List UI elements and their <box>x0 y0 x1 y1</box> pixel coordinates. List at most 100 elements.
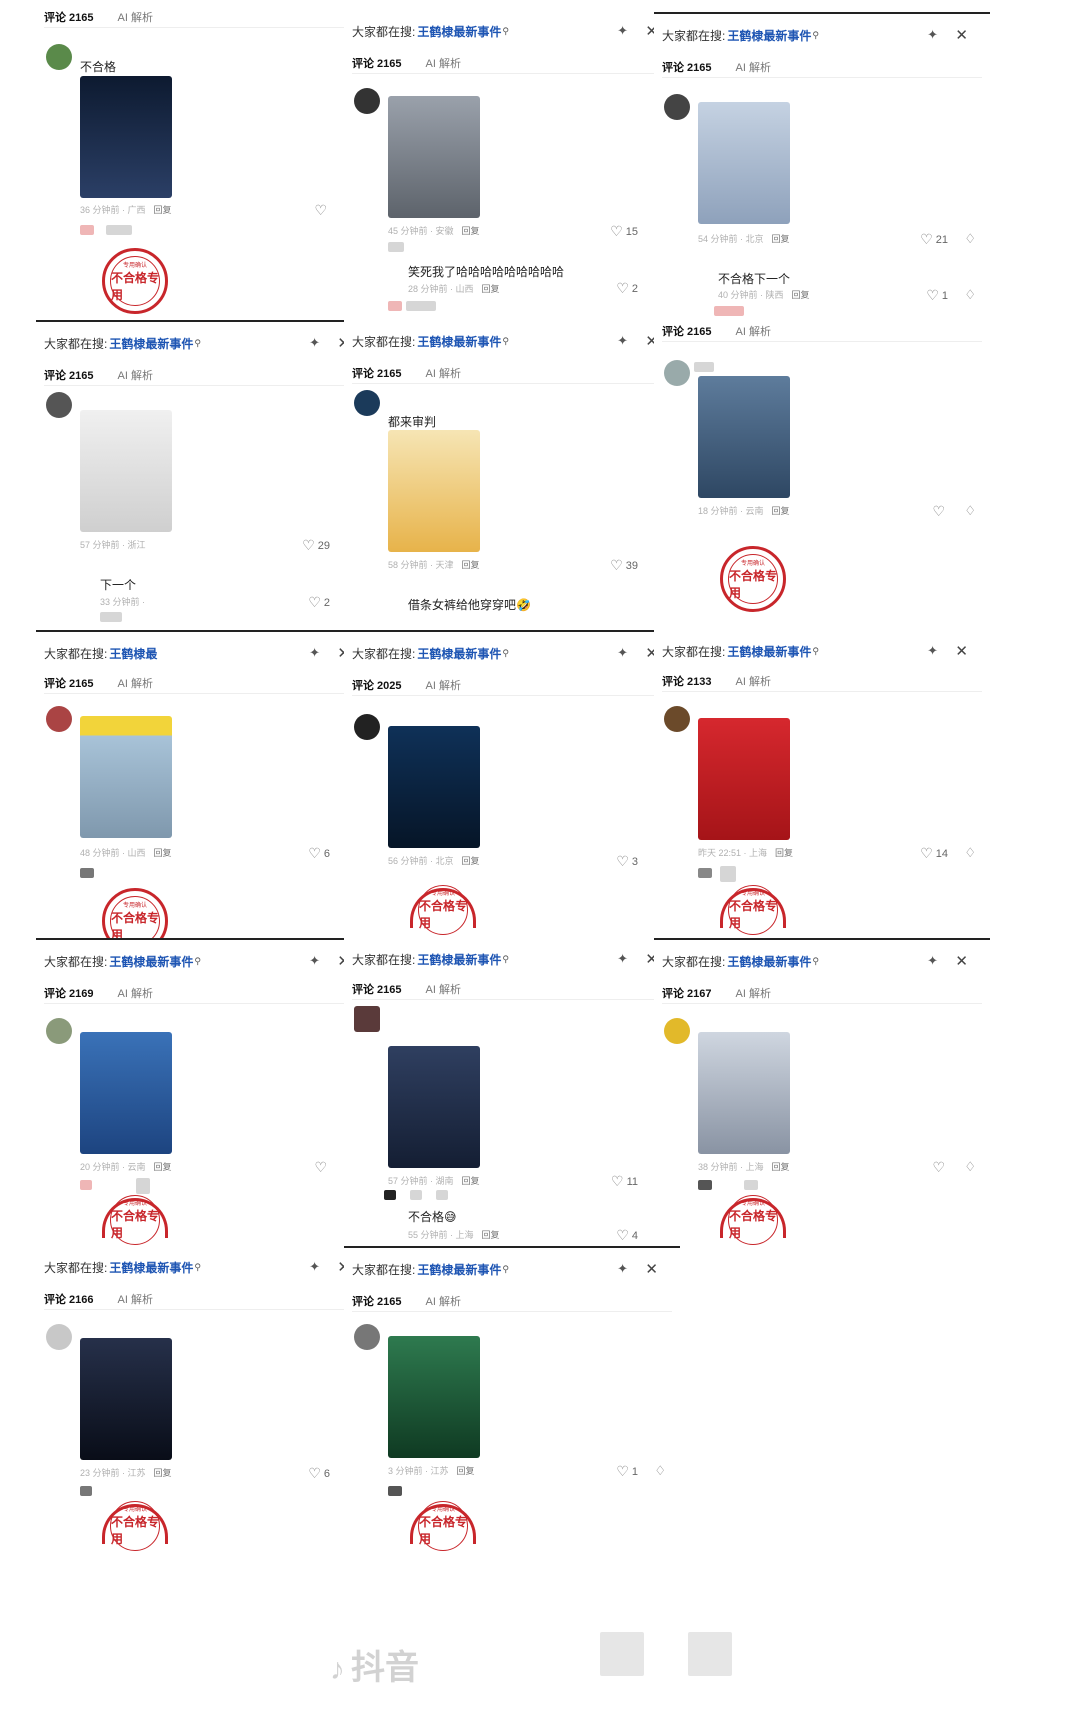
reply-button[interactable]: 回复 <box>482 284 500 294</box>
tab-ai-analysis[interactable]: AI 解析 <box>736 323 771 339</box>
like-button[interactable]: ♡ 2 <box>308 594 330 611</box>
dislike-icon[interactable]: ♢ <box>964 845 976 861</box>
tab-comments[interactable]: 评论 2025 <box>352 677 402 693</box>
reply-button[interactable]: 回复 <box>462 1176 480 1186</box>
comment-photo[interactable] <box>388 96 480 218</box>
tab-ai-analysis[interactable]: AI 解析 <box>426 55 461 71</box>
comment-photo[interactable] <box>80 410 172 532</box>
tab-ai-analysis[interactable]: AI 解析 <box>736 985 771 1001</box>
tab-ai-analysis[interactable]: AI 解析 <box>118 675 153 691</box>
sparkle-icon[interactable]: ✦ <box>309 953 320 969</box>
reply-button[interactable]: 回复 <box>462 226 480 236</box>
comment-photo[interactable] <box>80 76 172 198</box>
tab-ai-analysis[interactable]: AI 解析 <box>426 1293 461 1309</box>
like-button[interactable]: ♡ 3 <box>616 853 638 870</box>
tab-ai-analysis[interactable]: AI 解析 <box>118 9 153 25</box>
reply-button[interactable]: 回复 <box>775 848 793 858</box>
sparkle-icon[interactable]: ✦ <box>617 951 628 967</box>
like-button[interactable]: ♡ 11 <box>611 1173 638 1190</box>
search-term-link[interactable]: 王鹤棣最新事件 <box>417 333 501 350</box>
like-button[interactable]: ♡ 6 <box>308 845 330 862</box>
search-term-link[interactable]: 王鹤棣最新事件 <box>727 953 811 970</box>
search-term-link[interactable]: 王鹤棣最新事件 <box>109 953 193 970</box>
reply-button[interactable]: 回复 <box>462 856 480 866</box>
reply-button[interactable]: 回复 <box>154 1468 172 1478</box>
avatar[interactable] <box>664 706 690 732</box>
like-button[interactable]: ♡ 2 <box>616 280 638 297</box>
close-icon[interactable]: ✕ <box>955 642 968 660</box>
avatar[interactable] <box>664 360 690 386</box>
tab-comments[interactable]: 评论 2165 <box>44 367 94 383</box>
tab-ai-analysis[interactable]: AI 解析 <box>118 1291 153 1307</box>
like-button[interactable]: ♡ <box>314 1159 330 1176</box>
dislike-icon[interactable]: ♢ <box>654 1463 666 1479</box>
comment-photo[interactable] <box>698 1032 790 1154</box>
reply-button[interactable]: 回复 <box>154 848 172 858</box>
sparkle-icon[interactable]: ✦ <box>617 645 628 661</box>
comment-photo[interactable] <box>388 1336 480 1458</box>
tab-comments[interactable]: 评论 2133 <box>662 673 712 689</box>
dislike-icon[interactable]: ♢ <box>964 503 976 519</box>
comment-photo[interactable] <box>388 726 480 848</box>
tab-comments[interactable]: 评论 2165 <box>662 59 712 75</box>
search-bar[interactable]: 大家都在搜: 王鹤棣最新事件 ⚲ ✦ ✕ <box>352 642 672 664</box>
like-button[interactable]: ♡ 1 <box>926 287 948 304</box>
avatar[interactable] <box>354 88 380 114</box>
tab-ai-analysis[interactable]: AI 解析 <box>736 59 771 75</box>
like-button[interactable]: ♡ 15 <box>610 223 638 240</box>
tab-comments[interactable]: 评论 2165 <box>662 323 712 339</box>
like-button[interactable]: ♡ 1 <box>616 1463 638 1480</box>
search-bar[interactable]: 大家都在搜: 王鹤棣最新事件 ⚲ ✦ ✕ <box>662 950 982 972</box>
comment-photo[interactable] <box>80 1032 172 1154</box>
tab-ai-analysis[interactable]: AI 解析 <box>426 365 461 381</box>
reply-button[interactable]: 回复 <box>792 290 810 300</box>
avatar[interactable] <box>46 44 72 70</box>
avatar[interactable] <box>46 706 72 732</box>
like-button[interactable]: ♡ 4 <box>616 1227 638 1244</box>
search-bar[interactable]: 大家都在搜: 王鹤棣最 ✦ ✕ <box>44 642 364 664</box>
search-term-link[interactable]: 王鹤棣最新事件 <box>417 1261 501 1278</box>
sparkle-icon[interactable]: ✦ <box>617 333 628 349</box>
avatar[interactable] <box>664 1018 690 1044</box>
comment-photo[interactable] <box>698 718 790 840</box>
search-term-link[interactable]: 王鹤棣最新事件 <box>417 23 501 40</box>
avatar[interactable] <box>46 1018 72 1044</box>
close-icon[interactable]: ✕ <box>645 1260 658 1278</box>
search-bar[interactable]: 大家都在搜: 王鹤棣最新事件 ⚲ ✦ ✕ <box>352 948 672 970</box>
sparkle-icon[interactable]: ✦ <box>309 645 320 661</box>
reply-button[interactable]: 回复 <box>462 560 480 570</box>
search-bar[interactable]: 大家都在搜: 王鹤棣最新事件 ⚲ ✦ ✕ <box>662 24 982 46</box>
dislike-icon[interactable]: ♢ <box>964 1159 976 1175</box>
tab-ai-analysis[interactable]: AI 解析 <box>426 981 461 997</box>
sparkle-icon[interactable]: ✦ <box>927 643 938 659</box>
reply-button[interactable]: 回复 <box>457 1466 475 1476</box>
like-button[interactable]: ♡ 21 <box>920 231 948 248</box>
search-bar[interactable]: 大家都在搜: 王鹤棣最新事件 ⚲ ✦ ✕ <box>44 1256 364 1278</box>
search-term-link[interactable]: 王鹤棣最新事件 <box>417 951 501 968</box>
reply-button[interactable]: 回复 <box>772 1162 790 1172</box>
reply-button[interactable]: 回复 <box>482 1230 500 1240</box>
sparkle-icon[interactable]: ✦ <box>309 1259 320 1275</box>
search-term-link[interactable]: 王鹤棣最新事件 <box>727 27 811 44</box>
search-term-link[interactable]: 王鹤棣最新事件 <box>727 643 811 660</box>
like-button[interactable]: ♡ 29 <box>302 537 330 554</box>
search-term-link[interactable]: 王鹤棣最新事件 <box>109 1259 193 1276</box>
like-button[interactable]: ♡ <box>932 503 948 520</box>
search-term-link[interactable]: 王鹤棣最新事件 <box>109 335 193 352</box>
tab-ai-analysis[interactable]: AI 解析 <box>426 677 461 693</box>
sparkle-icon[interactable]: ✦ <box>927 27 938 43</box>
avatar[interactable] <box>354 390 380 416</box>
like-button[interactable]: ♡ 39 <box>610 557 638 574</box>
dislike-icon[interactable]: ♢ <box>964 287 976 303</box>
tab-ai-analysis[interactable]: AI 解析 <box>118 367 153 383</box>
avatar[interactable] <box>354 1006 380 1032</box>
search-bar[interactable]: 大家都在搜: 王鹤棣最新事件 ⚲ ✦ ✕ <box>352 1258 672 1280</box>
like-button[interactable]: ♡ 6 <box>308 1465 330 1482</box>
tab-comments[interactable]: 评论 2166 <box>44 1291 94 1307</box>
reply-button[interactable]: 回复 <box>772 506 790 516</box>
tab-comments[interactable]: 评论 2165 <box>352 365 402 381</box>
sparkle-icon[interactable]: ✦ <box>927 953 938 969</box>
comment-photo[interactable] <box>80 1338 172 1460</box>
like-button[interactable]: ♡ <box>314 202 330 219</box>
search-bar[interactable]: 大家都在搜: 王鹤棣最新事件 ⚲ ✦ ✕ <box>352 330 672 352</box>
